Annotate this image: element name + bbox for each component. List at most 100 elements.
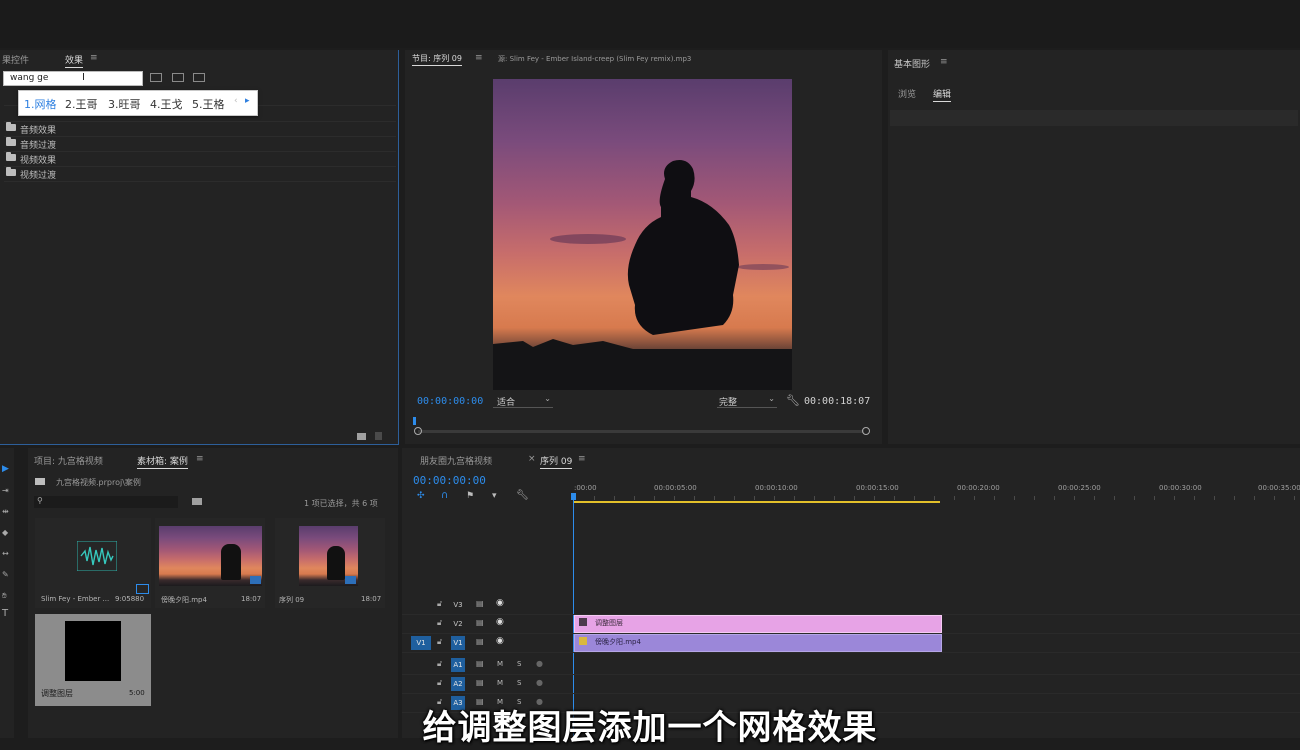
ime-candidate-1[interactable]: 1.网格: [24, 96, 57, 112]
lock-icon[interactable]: 🔓︎: [437, 618, 442, 628]
quality-dropdown[interactable]: 完整 ⌄: [717, 394, 777, 408]
track-label-v1[interactable]: V1: [451, 636, 465, 650]
folder-icon: [6, 122, 16, 131]
source-patch-v1[interactable]: V1: [411, 636, 431, 650]
fit-dropdown[interactable]: 适合 ⌄: [493, 394, 553, 408]
mic-icon[interactable]: ●: [536, 659, 543, 668]
linked-selection-icon[interactable]: ∩: [441, 490, 448, 501]
ime-candidate-2[interactable]: 2.王哥: [65, 96, 98, 112]
pen-tool-icon[interactable]: ✎: [2, 570, 9, 579]
solo-button[interactable]: S: [517, 660, 521, 668]
tab-bin[interactable]: 素材箱: 案例: [137, 454, 188, 469]
timeline-timecode[interactable]: 00:00:00:00: [413, 474, 486, 487]
tab-timeline-sequence[interactable]: 序列 09: [540, 454, 573, 469]
add-marker-icon[interactable]: ⚑: [466, 491, 474, 501]
wrench-icon[interactable]: 🔧︎: [786, 394, 800, 407]
new-search-bin-icon[interactable]: [192, 498, 202, 505]
tab-edit[interactable]: 编辑: [933, 87, 952, 102]
sync-lock-icon[interactable]: ▤: [476, 618, 484, 627]
solo-button[interactable]: S: [517, 679, 521, 687]
effects-folder-video-transitions[interactable]: 视频过渡: [4, 166, 396, 182]
playhead-handle[interactable]: [571, 493, 576, 500]
folder-label: 视频过渡: [20, 171, 57, 181]
eye-icon[interactable]: ◉: [496, 598, 504, 608]
panel-menu-icon[interactable]: ≡: [196, 454, 204, 464]
ime-prev-icon[interactable]: ‹: [234, 96, 238, 106]
slip-tool-icon[interactable]: ↔: [2, 549, 9, 558]
ime-candidate-3[interactable]: 3.旺哥: [108, 96, 141, 112]
tab-effects[interactable]: 效果: [65, 53, 84, 68]
wrench-icon[interactable]: 🔧︎: [516, 490, 529, 501]
effects-folder-video-effects[interactable]: 视频效果: [4, 151, 396, 167]
snap-icon[interactable]: ✣: [417, 491, 425, 501]
eye-icon[interactable]: ◉: [496, 636, 504, 646]
ime-next-icon[interactable]: ▸: [245, 96, 250, 106]
ripple-edit-icon[interactable]: ⇹: [2, 507, 9, 516]
panel-menu-icon[interactable]: ≡: [940, 57, 948, 67]
effects-search-input[interactable]: wang ge I: [3, 71, 143, 86]
accelerated-effects-icon[interactable]: [172, 73, 184, 82]
folder-label: 音频效果: [20, 126, 57, 136]
project-item-adjustment-layer[interactable]: 调整图层 5:00: [35, 614, 151, 706]
lock-icon[interactable]: 🔓︎: [437, 659, 442, 669]
project-item-duration: 18:07: [241, 595, 262, 603]
delete-icon[interactable]: [375, 432, 382, 440]
track-label-v3[interactable]: V3: [451, 598, 465, 612]
panel-menu-icon[interactable]: ≡: [578, 454, 586, 464]
ruler-tick: 00:00:15:00: [856, 484, 899, 492]
ime-candidate-4[interactable]: 4.王戈: [150, 96, 183, 112]
project-search-input[interactable]: ⚲: [34, 496, 178, 508]
track-select-icon[interactable]: ⇥: [2, 486, 9, 495]
program-scrubber[interactable]: [414, 427, 870, 435]
ruler-tick: 00:00:10:00: [755, 484, 798, 492]
type-tool-icon[interactable]: T: [2, 608, 8, 619]
lock-icon[interactable]: 🔓︎: [437, 678, 442, 688]
tab-program[interactable]: 节目: 序列 09: [412, 53, 462, 66]
silhouette-image: [493, 160, 792, 390]
selection-tool-icon[interactable]: ▶: [2, 464, 9, 474]
effects-folder-audio-transitions[interactable]: 音频过渡: [4, 136, 396, 152]
panel-menu-icon[interactable]: ≡: [475, 53, 483, 63]
tab-source[interactable]: 源: Slim Fey - Ember Island-creep (Slim F…: [498, 54, 691, 64]
mute-button[interactable]: M: [497, 679, 503, 687]
panel-menu-icon[interactable]: ≡: [90, 53, 98, 63]
sync-lock-icon[interactable]: ▤: [476, 637, 484, 646]
eye-icon[interactable]: ◉: [496, 617, 504, 627]
sync-lock-icon[interactable]: ▤: [476, 659, 484, 668]
yuv-effects-icon[interactable]: [193, 73, 205, 82]
scrubber-end-handle[interactable]: [862, 427, 870, 435]
tab-project[interactable]: 项目: 九宫格视频: [34, 454, 103, 467]
tab-timeline-other[interactable]: 朋友圈九宫格视频: [420, 454, 492, 467]
razor-tool-icon[interactable]: ◆: [2, 528, 8, 537]
track-label-a2[interactable]: A2: [451, 677, 465, 691]
tab-browse[interactable]: 浏览: [898, 87, 916, 100]
effects-folder-audio-effects[interactable]: 音频效果: [4, 121, 396, 137]
mic-icon[interactable]: ●: [536, 678, 543, 687]
marker-icon[interactable]: ▾: [492, 491, 497, 501]
clip-video[interactable]: 傍晚夕阳.mp4: [574, 634, 942, 652]
clip-adjustment-layer[interactable]: 调整图层: [574, 615, 942, 633]
sync-lock-icon[interactable]: ▤: [476, 599, 484, 608]
track-label-a1[interactable]: A1: [451, 658, 465, 672]
project-item-video[interactable]: 傍晚夕阳.mp4 18:07: [155, 518, 265, 608]
track-label-v2[interactable]: V2: [451, 617, 465, 631]
lock-icon[interactable]: 🔓︎: [437, 599, 442, 609]
project-item-sequence[interactable]: 序列 09 18:07: [275, 518, 385, 608]
tab-effect-controls[interactable]: 果控件: [2, 53, 29, 66]
ime-candidate-5[interactable]: 5.王格: [192, 96, 225, 112]
mute-button[interactable]: M: [497, 660, 503, 668]
close-tab-icon[interactable]: ×: [528, 454, 536, 464]
project-item-duration: 5:00: [129, 689, 145, 697]
new-bin-icon[interactable]: [150, 73, 162, 82]
program-playhead[interactable]: [413, 417, 416, 425]
ruler-tick: 00:00:05:00: [654, 484, 697, 492]
work-area-bar[interactable]: [574, 501, 940, 503]
scrubber-start-handle[interactable]: [414, 427, 422, 435]
project-item-audio[interactable]: Slim Fey - Ember ... 9:05880: [35, 518, 151, 608]
new-custom-bin-icon[interactable]: [357, 433, 366, 440]
clip-label: 调整图层: [595, 619, 623, 627]
hand-tool-icon[interactable]: ✋︎: [2, 591, 7, 601]
lock-icon[interactable]: 🔓︎: [437, 637, 442, 647]
sync-lock-icon[interactable]: ▤: [476, 678, 484, 687]
program-timecode-current[interactable]: 00:00:00:00: [417, 396, 483, 407]
